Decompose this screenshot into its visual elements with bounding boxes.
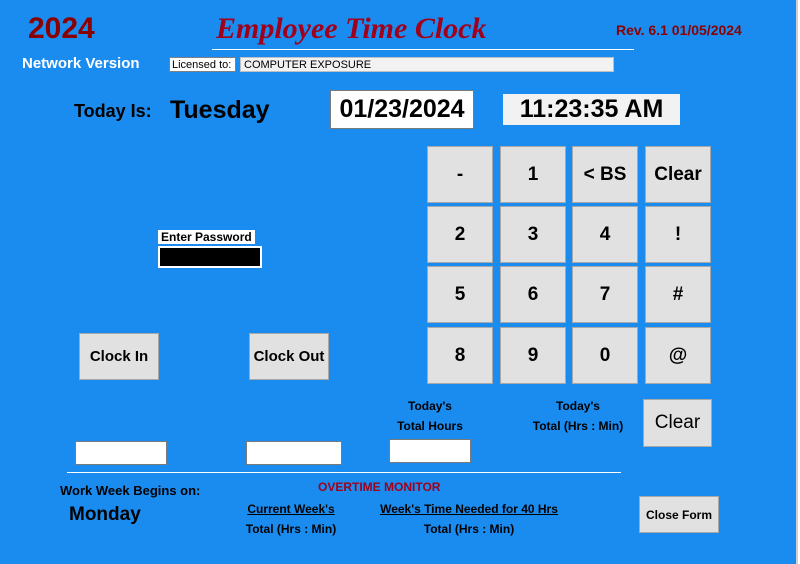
network-version-label: Network Version (22, 55, 140, 72)
todays-total-hours-line2: Total Hours (397, 419, 463, 433)
title-divider (212, 49, 634, 50)
todays-total-hm-label: Today's Total (Hrs : Min) (518, 396, 638, 436)
today-day: Tuesday (170, 96, 270, 124)
revision-label: Rev. 6.1 01/05/2024 (616, 22, 742, 38)
key-9[interactable]: 9 (500, 327, 566, 384)
today-is-label: Today Is: (74, 101, 152, 121)
time-clock-form: 2024 Employee Time Clock Rev. 6.1 01/05/… (0, 0, 798, 564)
time-display: 11:23:35 AM (503, 94, 680, 125)
key-clear[interactable]: Clear (645, 146, 711, 203)
work-week-label: Work Week Begins on: (60, 483, 201, 498)
key-2[interactable]: 2 (427, 206, 493, 263)
todays-total-hm-line1: Today's (556, 399, 600, 413)
todays-total-hours-field (389, 439, 471, 463)
todays-total-hours-label: Today's Total Hours (380, 396, 480, 436)
key-hash[interactable]: # (645, 266, 711, 323)
key-4[interactable]: 4 (572, 206, 638, 263)
key-8[interactable]: 8 (427, 327, 493, 384)
licensed-to-value: COMPUTER EXPOSURE (240, 57, 614, 72)
key-exclamation[interactable]: ! (645, 206, 711, 263)
current-week-line2: Total (Hrs : Min) (245, 522, 337, 536)
current-week-label: Current Week's Total (Hrs : Min) (230, 499, 352, 539)
current-week-line1: Current Week's (247, 502, 335, 516)
password-input[interactable] (158, 246, 262, 268)
todays-total-hours-line1: Today's (408, 399, 452, 413)
clear-button[interactable]: Clear (643, 399, 712, 447)
key-5[interactable]: 5 (427, 266, 493, 323)
date-display: 01/23/2024 (330, 90, 474, 129)
app-title: Employee Time Clock (216, 12, 487, 45)
weeks-time-needed-label: Week's Time Needed for 40 Hrs Total (Hrs… (364, 499, 574, 539)
key-backspace[interactable]: < BS (572, 146, 638, 203)
clock-out-button[interactable]: Clock Out (249, 333, 329, 380)
key-dash[interactable]: - (427, 146, 493, 203)
clock-in-button[interactable]: Clock In (79, 333, 159, 380)
password-label: Enter Password (158, 230, 255, 244)
key-1[interactable]: 1 (500, 146, 566, 203)
close-form-button[interactable]: Close Form (639, 496, 719, 533)
key-6[interactable]: 6 (500, 266, 566, 323)
key-at[interactable]: @ (645, 327, 711, 384)
year-label: 2024 (28, 12, 95, 45)
overtime-monitor-title: OVERTIME MONITOR (318, 480, 441, 494)
weeks-time-needed-line1: Week's Time Needed for 40 Hrs (380, 502, 558, 516)
licensed-to-label: Licensed to: (169, 57, 236, 72)
work-week-day: Monday (69, 504, 141, 525)
key-7[interactable]: 7 (572, 266, 638, 323)
clock-out-time-field (246, 441, 342, 465)
key-0[interactable]: 0 (572, 327, 638, 384)
section-divider (67, 472, 621, 473)
clock-in-time-field (75, 441, 167, 465)
weeks-time-needed-line2: Total (Hrs : Min) (423, 522, 515, 536)
todays-total-hm-line2: Total (Hrs : Min) (532, 419, 624, 433)
key-3[interactable]: 3 (500, 206, 566, 263)
